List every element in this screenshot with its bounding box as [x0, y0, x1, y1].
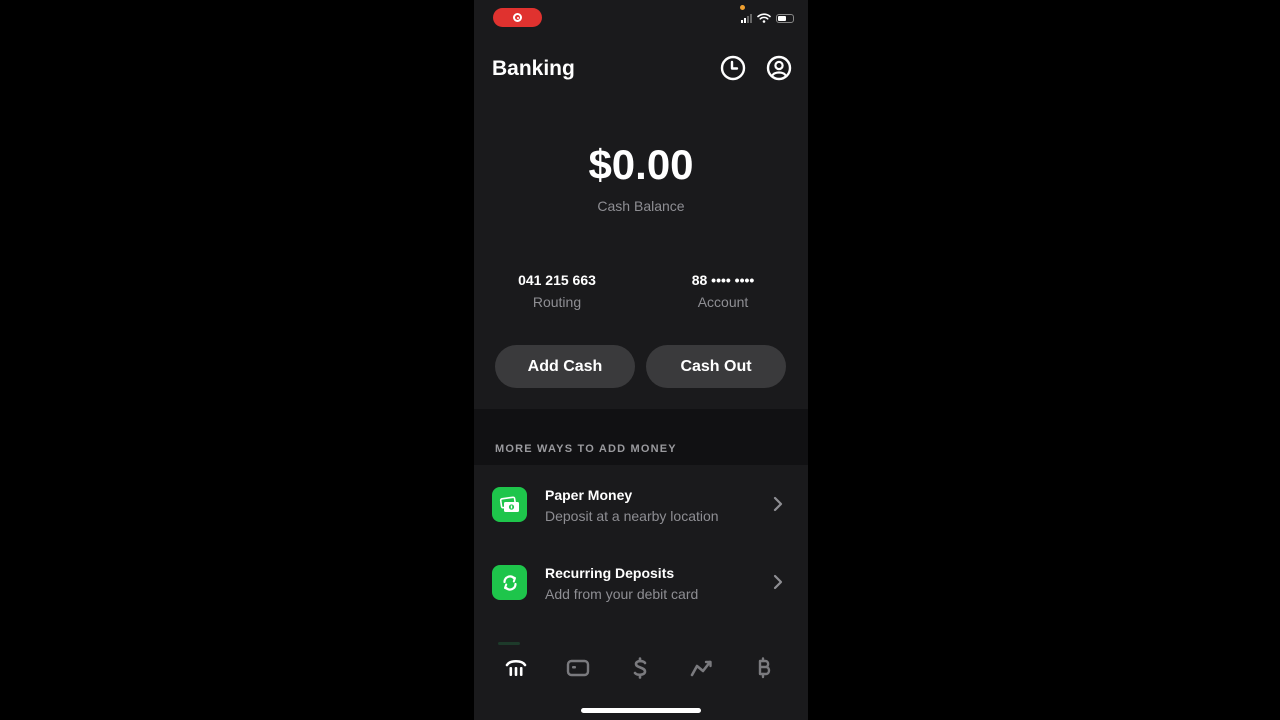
dollar-icon	[633, 657, 647, 679]
profile-icon[interactable]	[766, 55, 792, 81]
chevron-right-icon	[773, 496, 783, 512]
header: Banking	[492, 55, 792, 83]
investing-icon	[690, 660, 712, 677]
add-money-list: Paper Money Deposit at a nearby location…	[474, 465, 808, 621]
tab-investing[interactable]	[687, 653, 717, 683]
page-title: Banking	[492, 57, 575, 80]
cash-balance: $0.00 Cash Balance	[474, 140, 808, 214]
tab-card[interactable]	[563, 653, 593, 683]
tab-banking[interactable]	[501, 653, 531, 683]
screen-record-icon	[513, 13, 522, 22]
list-item-recurring-deposits[interactable]: Recurring Deposits Add from your debit c…	[474, 543, 808, 621]
paper-money-icon	[492, 487, 527, 522]
list-item-subtitle: Deposit at a nearby location	[545, 508, 719, 524]
routing-label: Routing	[532, 294, 582, 310]
recurring-icon	[492, 565, 527, 600]
routing-value: 041 215 663	[518, 272, 596, 288]
list-item-subtitle: Add from your debit card	[545, 586, 699, 602]
account-number[interactable]: 88 •••• •••• Account	[653, 272, 793, 310]
cash-out-button[interactable]: Cash Out	[646, 345, 786, 388]
screen-record-indicator[interactable]	[493, 8, 542, 27]
list-item-title: Recurring Deposits	[545, 565, 675, 581]
bitcoin-icon	[758, 657, 771, 679]
phone-screen: Banking $0.00 Cash Balance 041 215 663 R…	[474, 0, 808, 720]
privacy-indicator-dot	[740, 5, 745, 10]
chevron-right-icon	[773, 574, 783, 590]
account-label: Account	[697, 294, 749, 310]
status-bar	[474, 0, 808, 36]
section-title: MORE WAYS TO ADD MONEY	[495, 443, 677, 455]
more-ways-section-header: MORE WAYS TO ADD MONEY	[474, 409, 808, 465]
routing-number[interactable]: 041 215 663 Routing	[487, 272, 627, 310]
clock-icon[interactable]	[720, 55, 746, 81]
wifi-icon	[757, 13, 771, 23]
add-cash-button[interactable]: Add Cash	[495, 345, 635, 388]
status-icons	[741, 13, 794, 23]
home-indicator[interactable]	[581, 708, 701, 713]
card-icon	[566, 659, 590, 677]
tab-bar	[474, 645, 808, 690]
battery-icon	[776, 13, 794, 23]
cellular-signal-icon	[741, 13, 752, 23]
tab-bitcoin[interactable]	[749, 653, 779, 683]
list-item-paper-money[interactable]: Paper Money Deposit at a nearby location	[474, 465, 808, 543]
balance-amount: $0.00	[588, 141, 694, 188]
balance-label: Cash Balance	[597, 198, 685, 214]
account-value: 88 •••• ••••	[691, 272, 755, 288]
bank-icon	[505, 659, 527, 676]
tab-pay[interactable]	[625, 653, 655, 683]
list-item-title: Paper Money	[545, 487, 633, 503]
